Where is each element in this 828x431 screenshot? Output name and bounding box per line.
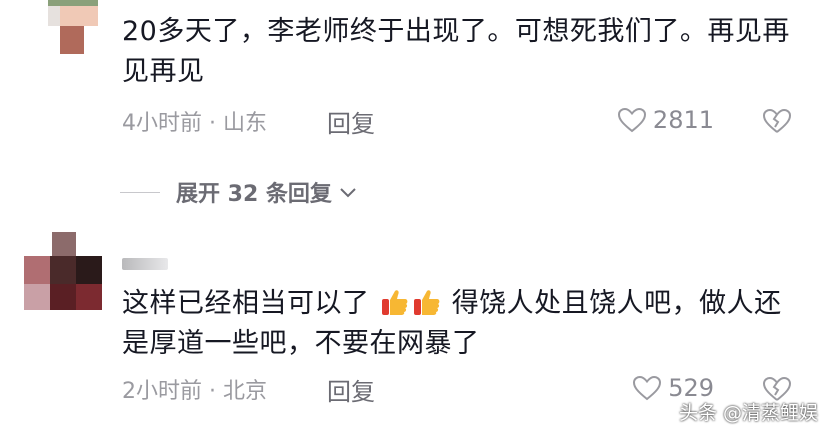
like-button[interactable]: 2811 [617, 106, 714, 134]
like-count: 2811 [652, 106, 714, 134]
username[interactable] [122, 258, 168, 270]
thumbs-up-emoji [412, 287, 442, 317]
avatar[interactable] [48, 0, 98, 56]
reply-button[interactable]: 回复 [327, 104, 375, 139]
divider-line [120, 191, 160, 193]
comment-text: 这样已经相当可以了 得饶人处且饶人吧，做人还是厚道一些吧，不要在网暴了 [122, 287, 782, 359]
expand-replies-button[interactable]: 展开 32 条回复 [120, 176, 358, 208]
comment-text: 20多天了，李老师终于出现了。可想死我们了。再见再见再见 [122, 16, 790, 87]
expand-replies-label: 展开 32 条回复 [176, 182, 332, 207]
reply-button[interactable]: 回复 [327, 372, 375, 407]
thumbs-up-emoji [380, 287, 410, 317]
chevron-down-icon [340, 188, 356, 198]
dislike-button[interactable] [762, 108, 792, 138]
broken-heart-icon [762, 108, 792, 133]
watermark: 头条 @清蒸鲤娱 [678, 402, 818, 424]
avatar[interactable] [24, 232, 102, 310]
time-location: 2小时前 · 北京 [122, 379, 267, 404]
time-location: 4小时前 · 山东 [122, 111, 267, 136]
heart-outline-icon [633, 375, 662, 401]
heart-outline-icon [617, 107, 646, 133]
